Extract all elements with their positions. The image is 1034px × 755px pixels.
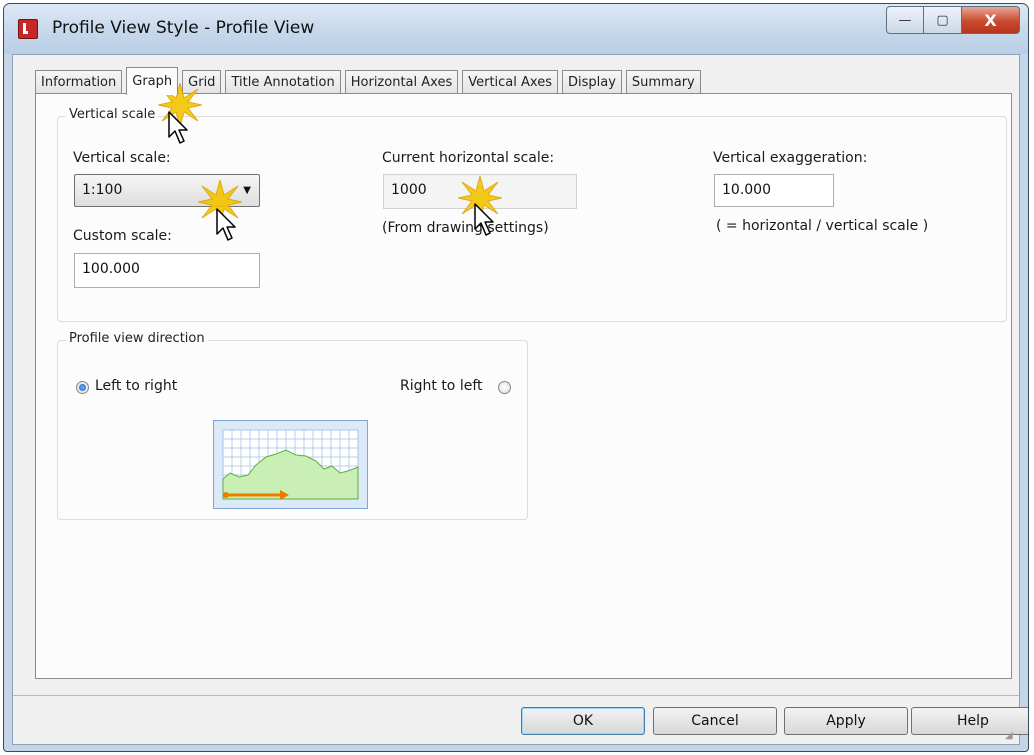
custom-scale-input[interactable]: 100.000 — [74, 253, 260, 288]
dialog-client: Information Graph Grid Title Annotation … — [12, 54, 1028, 745]
chevron-down-icon: ▼ — [243, 185, 251, 196]
app-icon — [18, 19, 38, 39]
vertical-scale-value: 1:100 — [82, 182, 123, 198]
maximize-button[interactable]: ▢ — [924, 6, 962, 34]
vertical-exaggeration-label: Vertical exaggeration: — [713, 150, 868, 166]
vertical-scale-legend: Vertical scale — [66, 107, 159, 122]
window-title: Profile View Style - Profile View — [52, 18, 315, 38]
dialog-window: Profile View Style - Profile View — ▢ X … — [3, 3, 1029, 752]
button-bar-divider — [13, 695, 1019, 696]
mouse-cursor-icon — [168, 111, 192, 145]
profile-preview-graphic — [222, 429, 359, 500]
exaggeration-formula-note: ( = horizontal / vertical scale ) — [716, 218, 929, 234]
close-button[interactable]: X — [962, 6, 1020, 34]
cancel-button[interactable]: Cancel — [653, 707, 777, 735]
left-to-right-label[interactable]: Left to right — [95, 378, 177, 394]
vertical-exaggeration-input[interactable]: 10.000 — [714, 174, 834, 207]
profile-view-direction-group: Profile view direction Left to right Rig… — [57, 331, 528, 520]
direction-preview-image — [213, 420, 368, 509]
right-to-left-radio[interactable] — [498, 381, 511, 394]
tab-title-annotation[interactable]: Title Annotation — [225, 70, 341, 94]
tab-vertical-axes[interactable]: Vertical Axes — [462, 70, 558, 94]
vertical-scale-label: Vertical scale: — [73, 150, 171, 166]
tab-strip: Information Graph Grid Title Annotation … — [35, 66, 705, 95]
tab-panel-graph: Vertical scale Vertical scale: 1:100 ▼ C… — [35, 93, 1012, 679]
profile-view-direction-legend: Profile view direction — [66, 331, 208, 346]
tab-information[interactable]: Information — [35, 70, 123, 94]
caption-buttons: — ▢ X — [886, 6, 1020, 36]
apply-button[interactable]: Apply — [784, 707, 908, 735]
mouse-cursor-icon — [216, 208, 240, 242]
ok-button[interactable]: OK — [521, 707, 645, 735]
mouse-cursor-icon — [474, 203, 498, 237]
custom-scale-label: Custom scale: — [73, 228, 172, 244]
resize-grip-icon[interactable]: ◢ — [1005, 730, 1017, 742]
tab-horizontal-axes[interactable]: Horizontal Axes — [344, 70, 459, 94]
from-drawing-settings-note: (From drawing settings) — [382, 220, 549, 236]
right-to-left-label[interactable]: Right to left — [400, 378, 483, 394]
title-bar[interactable]: Profile View Style - Profile View — ▢ X — [4, 4, 1028, 54]
tab-graph[interactable]: Graph — [126, 67, 179, 95]
tab-summary[interactable]: Summary — [625, 70, 701, 94]
left-to-right-radio[interactable] — [76, 381, 89, 394]
minimize-button[interactable]: — — [886, 6, 924, 34]
current-horizontal-scale-label: Current horizontal scale: — [382, 150, 555, 166]
tab-display[interactable]: Display — [561, 70, 622, 94]
